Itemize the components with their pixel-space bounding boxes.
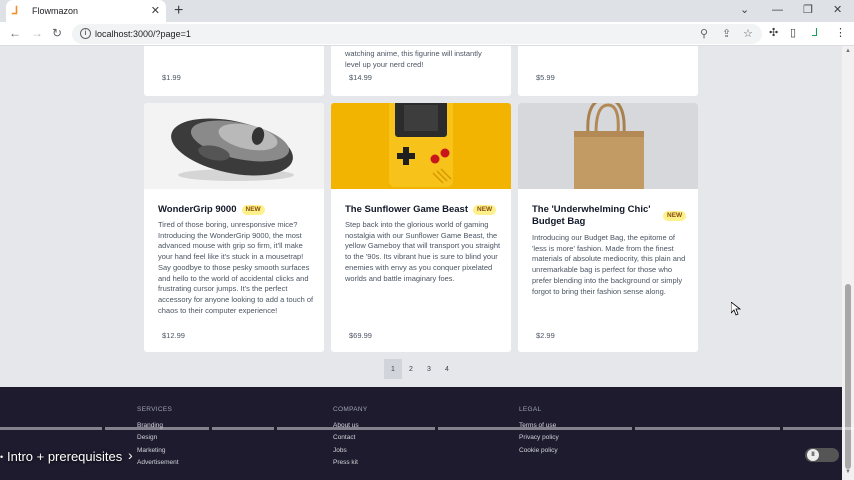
video-progress-bar[interactable] — [0, 427, 854, 430]
page-viewport: $1.99 watching anime, this figurine will… — [0, 46, 842, 480]
product-card[interactable]: watching anime, this figurine will insta… — [331, 46, 511, 96]
chapter-segment — [212, 427, 274, 430]
footer-link[interactable]: Advertisement — [137, 459, 179, 466]
new-badge: NEW — [473, 205, 497, 215]
favicon-icon: ⅃ — [12, 5, 19, 17]
scroll-up-icon[interactable]: ▲ — [845, 48, 851, 54]
browser-toolbar: ← → ↻ i localhost:3000/?page=1 ⚲ ⇪ ☆ ✣ ▯… — [0, 22, 854, 46]
mouse-cursor-icon — [731, 302, 741, 316]
zoom-icon[interactable]: ⚲ — [700, 27, 708, 41]
close-tab-icon[interactable]: ✕ — [151, 5, 160, 17]
footer-link[interactable]: Privacy policy — [519, 434, 559, 441]
scrollbar-thumb[interactable] — [845, 284, 851, 469]
reload-icon[interactable]: ↻ — [52, 26, 62, 40]
page-button-4[interactable]: 4 — [438, 359, 456, 379]
product-description: Tired of those boring, unresponsive mice… — [158, 220, 314, 315]
extensions-icon[interactable]: ✣ — [769, 26, 778, 40]
page-scrollbar[interactable]: ▲ ▼ — [842, 46, 854, 480]
site-footer: SERVICES Branding Design Marketing Adver… — [0, 387, 842, 480]
product-description: Step back into the glorious world of gam… — [345, 220, 501, 283]
page-button-2[interactable]: 2 — [402, 359, 420, 379]
bookmark-star-icon[interactable]: ☆ — [743, 27, 753, 41]
footer-link[interactable]: Jobs — [333, 447, 347, 454]
chapter-segment — [105, 427, 209, 430]
chevron-right-icon[interactable]: › — [128, 447, 133, 463]
tab-search-icon[interactable]: ⌄ — [740, 3, 749, 17]
footer-link[interactable]: Cookie policy — [519, 447, 558, 454]
product-price: $12.99 — [162, 331, 185, 340]
back-icon[interactable]: ← — [9, 26, 21, 40]
footer-link[interactable]: Design — [137, 434, 157, 441]
restore-icon[interactable]: ❐ — [803, 3, 813, 17]
autoplay-toggle[interactable]: II — [805, 448, 839, 462]
chapter-title[interactable]: Intro + prerequisites — [7, 449, 122, 464]
forward-icon[interactable]: → — [31, 26, 43, 40]
menu-icon[interactable]: ⋮ — [835, 26, 846, 40]
pagination: 1 2 3 4 — [384, 359, 456, 379]
chapter-segment — [438, 427, 632, 430]
footer-heading-services: SERVICES — [137, 406, 173, 413]
extension-icon[interactable]: ⅃ — [812, 26, 818, 40]
product-card[interactable]: $5.99 — [518, 46, 698, 96]
product-description-line: watching anime, this figurine will insta… — [345, 49, 482, 58]
new-badge: NEW — [241, 205, 265, 215]
new-badge: NEW — [663, 211, 687, 221]
footer-link[interactable]: Marketing — [137, 447, 166, 454]
site-info-icon[interactable]: i — [80, 28, 91, 39]
window-close-icon[interactable]: ✕ — [833, 3, 842, 17]
product-image-gameboy[interactable] — [331, 103, 511, 189]
product-title[interactable]: WonderGrip 9000 NEW — [158, 204, 265, 216]
product-price: $2.99 — [536, 331, 555, 340]
side-panel-icon[interactable]: ▯ — [790, 26, 796, 40]
product-description-line: level up your nerd cred! — [345, 60, 424, 69]
footer-link[interactable]: Press kit — [333, 459, 358, 466]
chapter-segment — [783, 427, 854, 430]
pause-icon: II — [807, 449, 819, 461]
chapter-segment — [635, 427, 780, 430]
product-title[interactable]: The Sunflower Game Beast NEW — [345, 204, 497, 216]
product-card[interactable]: The 'Underwhelming Chic' Budget Bag NEW … — [518, 103, 698, 352]
footer-link[interactable]: Contact — [333, 434, 355, 441]
product-image-bag[interactable] — [518, 103, 698, 189]
scroll-down-icon[interactable]: ▼ — [845, 469, 851, 475]
share-icon[interactable]: ⇪ — [722, 27, 731, 41]
product-card[interactable]: The Sunflower Game Beast NEW Step back in… — [331, 103, 511, 352]
footer-heading-company: COMPANY — [333, 406, 368, 413]
page-button-1[interactable]: 1 — [384, 359, 402, 379]
product-card[interactable]: $1.99 — [144, 46, 324, 96]
product-price: $1.99 — [162, 73, 181, 82]
footer-heading-legal: LEGAL — [519, 406, 542, 413]
chapter-segment — [0, 427, 102, 430]
browser-tab[interactable]: ⅃ Flowmazon ✕ — [6, 0, 166, 22]
product-card[interactable]: WonderGrip 9000 NEW Tired of those boring… — [144, 103, 324, 352]
tab-title: Flowmazon — [32, 6, 79, 16]
browser-tab-bar: ⅃ Flowmazon ✕ + ⌄ — ❐ ✕ — [0, 0, 854, 22]
product-title[interactable]: The 'Underwhelming Chic' Budget Bag — [532, 204, 652, 228]
new-tab-icon[interactable]: + — [174, 2, 183, 20]
minimize-icon[interactable]: — — [772, 3, 783, 17]
product-image-mouse[interactable] — [144, 103, 324, 189]
page-button-3[interactable]: 3 — [420, 359, 438, 379]
product-price: $69.99 — [349, 331, 372, 340]
chapter-segment — [277, 427, 435, 430]
product-price: $14.99 — [349, 73, 372, 82]
address-bar[interactable]: i localhost:3000/?page=1 ⚲ ⇪ ☆ — [72, 24, 762, 44]
chapter-dot-icon: • — [0, 452, 4, 462]
product-description: Introducing our Budget Bag, the epitome … — [532, 233, 686, 296]
url-text: localhost:3000/?page=1 — [95, 29, 191, 39]
product-price: $5.99 — [536, 73, 555, 82]
